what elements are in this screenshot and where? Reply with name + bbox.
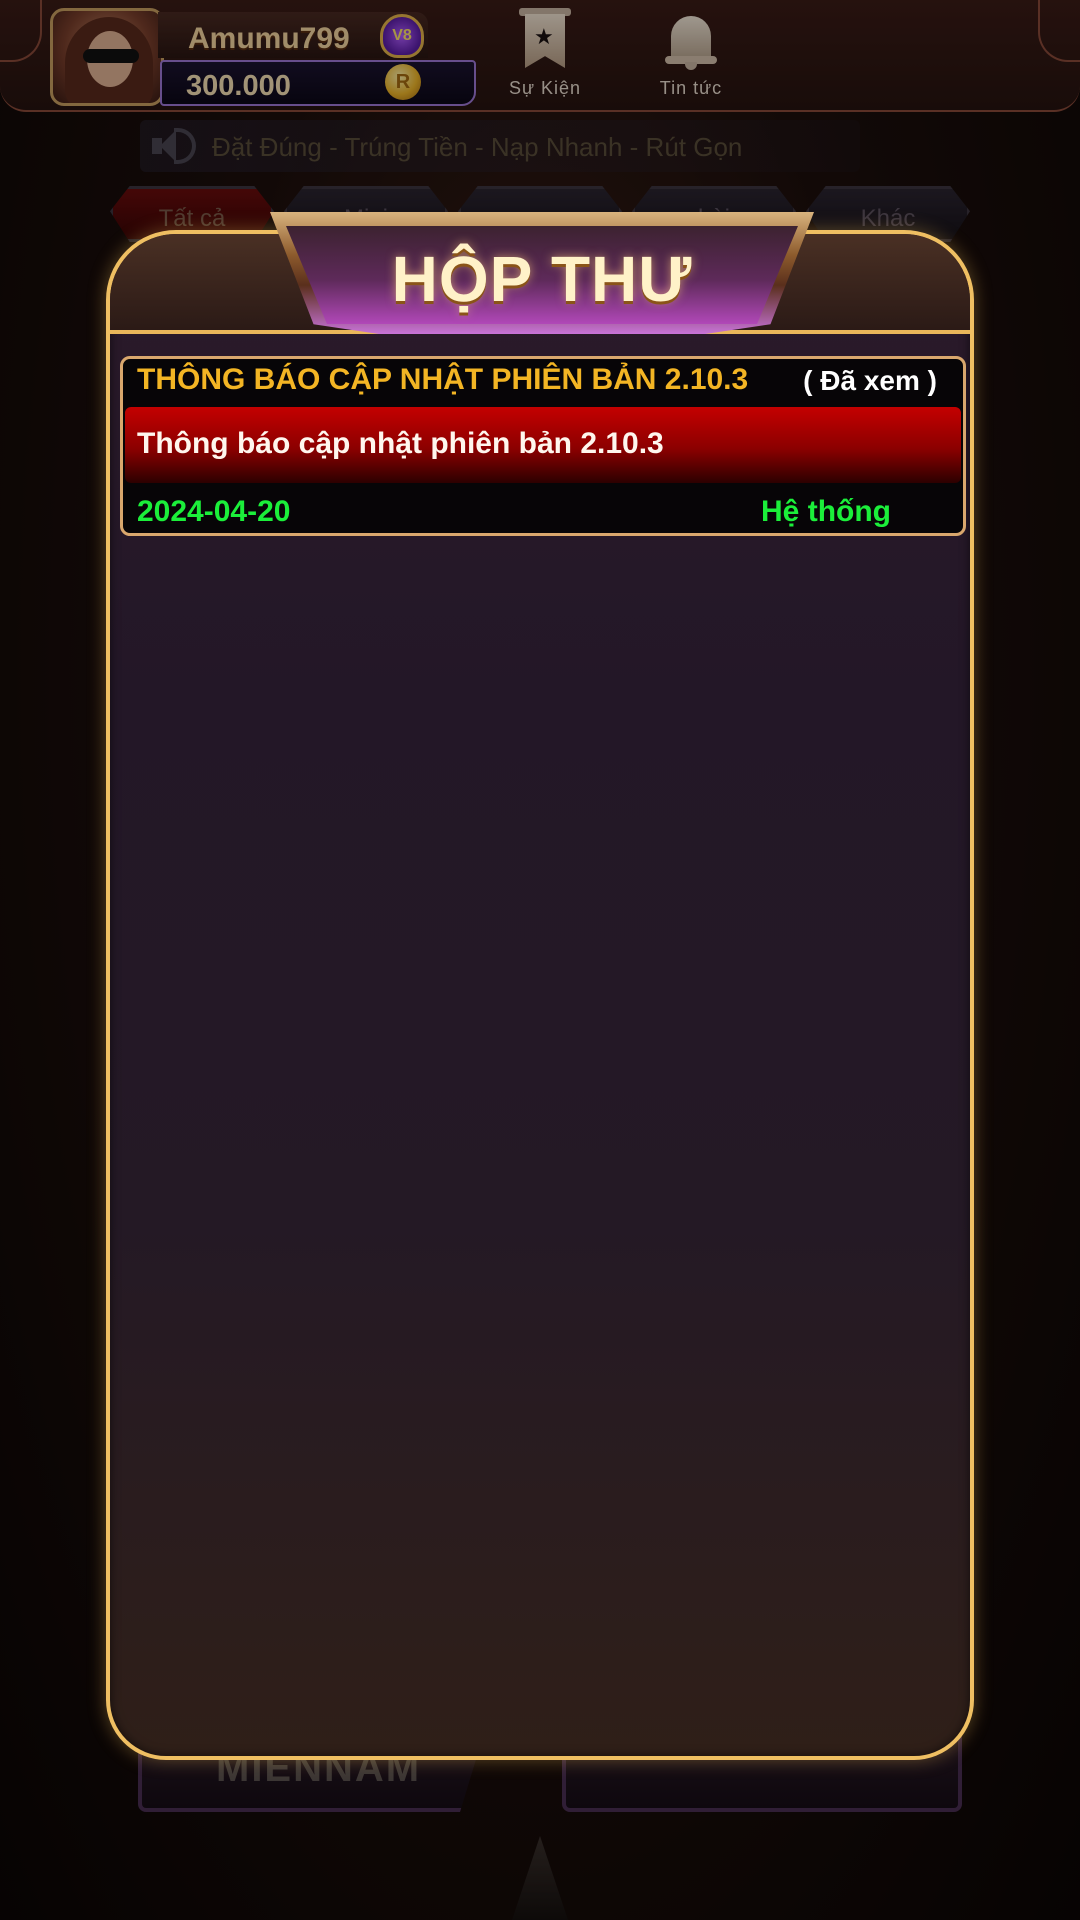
message-item[interactable]: THÔNG BÁO CẬP NHẬT PHIÊN BẢN 2.10.3 ( Đã…	[120, 356, 966, 536]
message-date: 2024-04-20	[137, 495, 291, 528]
message-title: THÔNG BÁO CẬP NHẬT PHIÊN BẢN 2.10.3	[137, 363, 749, 396]
dialog-title: HỘP THƯ	[391, 243, 693, 315]
message-sender: Hệ thống	[761, 495, 891, 528]
message-body: Thông báo cập nhật phiên bản 2.10.3	[137, 427, 664, 460]
message-read-status: ( Đã xem )	[803, 365, 937, 396]
mailbox-dialog: HỘP THƯ THÔNG BÁO CẬP NHẬT PHIÊN BẢN 2.1…	[106, 212, 974, 1760]
